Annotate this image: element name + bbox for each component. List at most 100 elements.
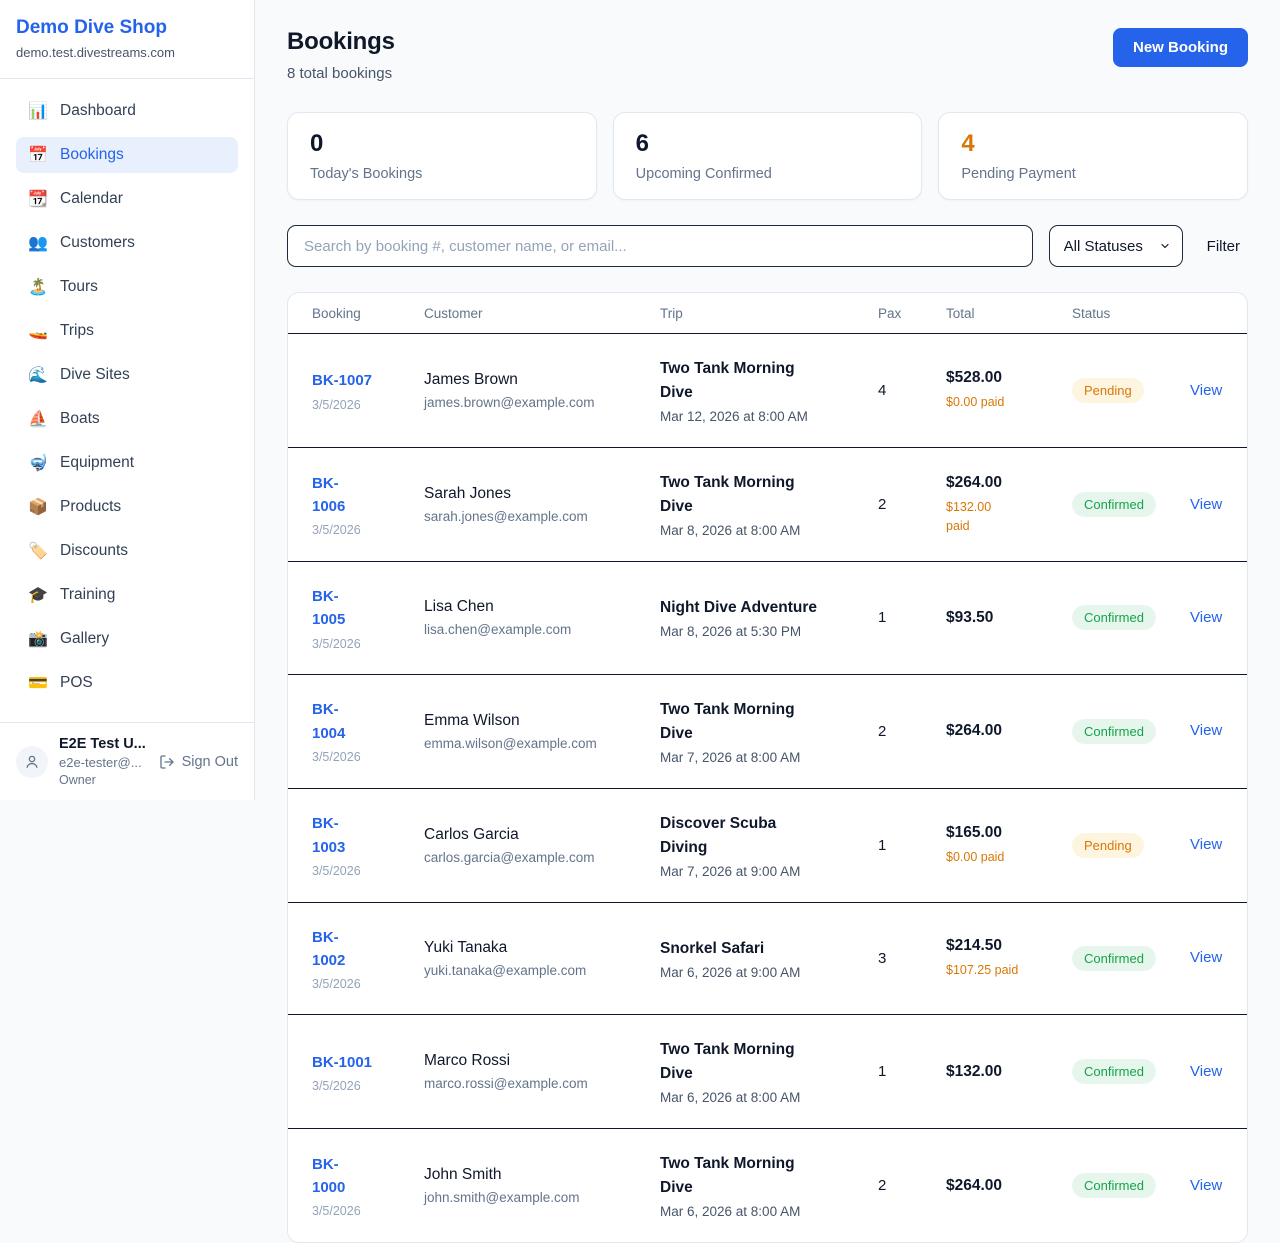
- equipment-icon: 🤿: [28, 453, 48, 473]
- sidebar-item-label: Tours: [60, 278, 98, 296]
- status-badge: Confirmed: [1072, 605, 1156, 630]
- filter-row: All Statuses Filter: [287, 225, 1248, 267]
- pax-value: 4: [878, 382, 946, 399]
- actions-cell: View: [1190, 949, 1223, 967]
- booking-date: 3/5/2026: [312, 1204, 424, 1218]
- trip-name: Night Dive Adventure: [660, 596, 818, 620]
- status-select[interactable]: All Statuses: [1049, 225, 1183, 267]
- sidebar-item-gallery[interactable]: 📸 Gallery: [16, 621, 238, 657]
- status-cell: Confirmed: [1072, 1059, 1190, 1084]
- stat-value: 0: [310, 130, 574, 158]
- booking-id-link[interactable]: BK-1001: [312, 1051, 372, 1074]
- view-link[interactable]: View: [1190, 722, 1222, 739]
- col-header-customer: Customer: [424, 306, 660, 321]
- sidebar-item-calendar[interactable]: 📆 Calendar: [16, 181, 238, 217]
- sidebar-item-equipment[interactable]: 🤿 Equipment: [16, 445, 238, 481]
- table-header: Booking Customer Trip Pax Total Status: [288, 293, 1247, 334]
- page-subtitle: 8 total bookings: [287, 65, 395, 82]
- view-link[interactable]: View: [1190, 1063, 1222, 1080]
- new-booking-button[interactable]: New Booking: [1113, 28, 1248, 67]
- booking-id-link[interactable]: BK- 1004: [312, 698, 345, 745]
- sidebar-item-label: Dive Sites: [60, 366, 130, 384]
- customer-name: Lisa Chen: [424, 598, 660, 616]
- sidebar-item-products[interactable]: 📦 Products: [16, 489, 238, 525]
- trip-datetime: Mar 7, 2026 at 8:00 AM: [660, 750, 878, 765]
- trip-cell: Two Tank Morning Dive Mar 6, 2026 at 8:0…: [660, 1152, 878, 1219]
- sidebar-header: Demo Dive Shop demo.test.divestreams.com: [0, 0, 254, 79]
- shop-name: Demo Dive Shop: [16, 17, 238, 39]
- view-link[interactable]: View: [1190, 836, 1222, 853]
- sidebar-item-tours[interactable]: 🏝️ Tours: [16, 269, 238, 305]
- sidebar-item-discounts[interactable]: 🏷️ Discounts: [16, 533, 238, 569]
- search-input[interactable]: [287, 225, 1033, 267]
- sidebar-item-training[interactable]: 🎓 Training: [16, 577, 238, 613]
- customer-cell: Carlos Garcia carlos.garcia@example.com: [424, 826, 660, 865]
- booking-id-link[interactable]: BK- 1003: [312, 812, 345, 859]
- sidebar-item-boats[interactable]: ⛵ Boats: [16, 401, 238, 437]
- booking-id-link[interactable]: BK- 1005: [312, 585, 345, 632]
- user-meta: E2E Test U... e2e-tester@... Owner: [59, 736, 148, 787]
- total-cell: $93.50: [946, 609, 1072, 627]
- sidebar-nav: 📊 Dashboard 📅 Bookings 📆 Calendar 👥 Cust…: [0, 79, 254, 722]
- booking-cell: BK- 1002 3/5/2026: [312, 926, 424, 992]
- view-link[interactable]: View: [1190, 1177, 1222, 1194]
- boats-icon: ⛵: [28, 409, 48, 429]
- stat-label: Upcoming Confirmed: [636, 166, 900, 182]
- view-link[interactable]: View: [1190, 609, 1222, 626]
- sidebar-item-pos[interactable]: 💳 POS: [16, 665, 238, 701]
- booking-id-link[interactable]: BK- 1002: [312, 926, 345, 973]
- booking-date: 3/5/2026: [312, 750, 424, 764]
- booking-id-link[interactable]: BK- 1006: [312, 472, 345, 519]
- trip-datetime: Mar 8, 2026 at 8:00 AM: [660, 523, 878, 538]
- customer-email: sarah.jones@example.com: [424, 509, 660, 524]
- customers-icon: 👥: [28, 233, 48, 253]
- customer-cell: Lisa Chen lisa.chen@example.com: [424, 598, 660, 637]
- page-heading-group: Bookings 8 total bookings: [287, 28, 395, 82]
- sign-out-button[interactable]: Sign Out: [159, 754, 238, 770]
- trip-cell: Night Dive Adventure Mar 8, 2026 at 5:30…: [660, 596, 878, 639]
- discounts-icon: 🏷️: [28, 541, 48, 561]
- sidebar-item-dive-sites[interactable]: 🌊 Dive Sites: [16, 357, 238, 393]
- booking-date: 3/5/2026: [312, 637, 424, 651]
- table-row: BK-1001 3/5/2026 Marco Rossi marco.rossi…: [288, 1014, 1247, 1128]
- sidebar-item-customers[interactable]: 👥 Customers: [16, 225, 238, 261]
- total-amount: $132.00: [946, 1063, 1072, 1081]
- actions-cell: View: [1190, 722, 1223, 740]
- sidebar-item-bookings[interactable]: 📅 Bookings: [16, 137, 238, 173]
- sidebar: Demo Dive Shop demo.test.divestreams.com…: [0, 0, 255, 800]
- booking-date: 3/5/2026: [312, 398, 424, 412]
- col-header-pax: Pax: [878, 306, 946, 321]
- total-cell: $264.00: [946, 1177, 1072, 1195]
- sidebar-item-dashboard[interactable]: 📊 Dashboard: [16, 93, 238, 129]
- stat-card-pending-payment: 4 Pending Payment: [938, 112, 1248, 200]
- bookings-table: Booking Customer Trip Pax Total Status B…: [287, 292, 1248, 1243]
- tours-icon: 🏝️: [28, 277, 48, 297]
- sidebar-item-label: Customers: [60, 234, 135, 252]
- booking-id-link[interactable]: BK-1007: [312, 369, 372, 392]
- status-badge: Confirmed: [1072, 492, 1156, 517]
- sidebar-item-label: Boats: [60, 410, 100, 428]
- pos-icon: 💳: [28, 673, 48, 693]
- booking-id-link[interactable]: BK- 1000: [312, 1153, 345, 1200]
- filter-button[interactable]: Filter: [1199, 238, 1248, 255]
- calendar-icon: 📆: [28, 189, 48, 209]
- view-link[interactable]: View: [1190, 949, 1222, 966]
- stat-card-upcoming-confirmed: 6 Upcoming Confirmed: [613, 112, 923, 200]
- pax-value: 2: [878, 496, 946, 513]
- table-row: BK- 1003 3/5/2026 Carlos Garcia carlos.g…: [288, 788, 1247, 902]
- sidebar-item-trips[interactable]: 🚤 Trips: [16, 313, 238, 349]
- sidebar-item-label: Equipment: [60, 454, 134, 472]
- booking-date: 3/5/2026: [312, 977, 424, 991]
- customer-cell: Sarah Jones sarah.jones@example.com: [424, 485, 660, 524]
- stat-label: Today's Bookings: [310, 166, 574, 182]
- actions-cell: View: [1190, 836, 1223, 854]
- view-link[interactable]: View: [1190, 382, 1222, 399]
- user-icon: [23, 753, 41, 771]
- booking-cell: BK- 1003 3/5/2026: [312, 812, 424, 878]
- actions-cell: View: [1190, 609, 1223, 627]
- customer-cell: Emma Wilson emma.wilson@example.com: [424, 712, 660, 751]
- view-link[interactable]: View: [1190, 496, 1222, 513]
- user-section: E2E Test U... e2e-tester@... Owner Sign …: [0, 722, 254, 800]
- page-title: Bookings: [287, 28, 395, 56]
- customer-email: lisa.chen@example.com: [424, 622, 660, 637]
